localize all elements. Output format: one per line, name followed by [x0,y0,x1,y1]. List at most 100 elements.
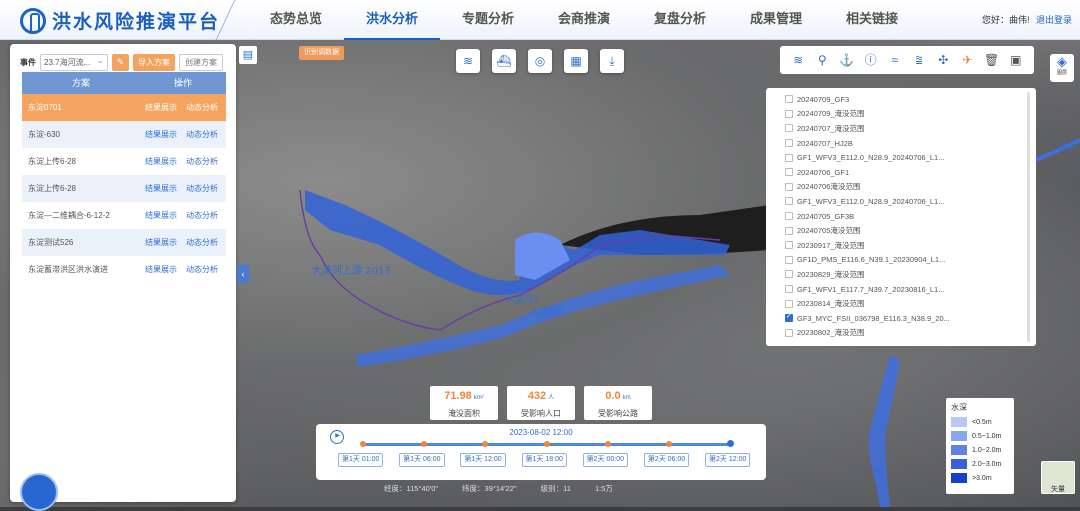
layer-checkbox[interactable] [785,241,793,250]
result-link[interactable]: 结果展示 [145,102,177,113]
edit-event-button[interactable]: ✎ [112,53,129,71]
compass-icon[interactable] [20,473,58,511]
layer-item[interactable]: 20240709_淹没范围 [766,107,1036,122]
table-row[interactable]: 东淀-630 结果展示 动态分析 [22,121,226,148]
result-link[interactable]: 结果展示 [145,156,177,167]
dynamic-link[interactable]: 动态分析 [186,183,218,194]
timeline-label[interactable]: 第1天 06:00 [399,453,445,467]
timeline-label[interactable]: 第1天 12:00 [460,453,506,467]
info-icon[interactable]: ⓘ [862,51,880,69]
event-select[interactable]: 23.7海河流... [40,53,108,71]
table-row[interactable]: 东淀—二维耦合-6-12-2 结果展示 动态分析 [22,202,226,229]
dynamic-link[interactable]: 动态分析 [186,237,218,248]
layer-checkbox[interactable] [785,153,793,162]
anchor-icon[interactable]: ⚓ [837,51,855,69]
result-link[interactable]: 结果展示 [145,210,177,221]
layer-checkbox[interactable] [785,270,793,279]
dynamic-link[interactable]: 动态分析 [186,102,218,113]
level-icon[interactable]: ⩰ [910,51,928,69]
layer-checkbox[interactable] [785,328,793,337]
drone-icon[interactable]: ✣ [934,51,952,69]
layer-item[interactable]: 20230814_淹没范围 [766,296,1036,311]
nav-links[interactable]: 相关链接 [824,0,920,40]
timeline-tick[interactable] [421,441,428,447]
layer-checkbox[interactable] [785,109,793,118]
nav-consultation[interactable]: 会商推演 [536,0,632,40]
result-link[interactable]: 结果展示 [145,183,177,194]
water-icon[interactable]: ≈ [886,51,904,69]
layer-item[interactable]: GF1_WFV3_E112.0_N28.9_20240706_L1... [766,194,1036,209]
split-view-icon[interactable]: ▤ [239,46,257,64]
layer-checkbox[interactable] [785,299,793,308]
result-link[interactable]: 结果展示 [145,129,177,140]
flood-layer-icon[interactable]: ≋ [456,49,480,73]
timeline-tick[interactable] [604,441,611,447]
dynamic-link[interactable]: 动态分析 [186,264,218,275]
layer-checkbox[interactable] [785,212,793,221]
layer-checkbox[interactable] [785,312,793,323]
table-row[interactable]: 东淀0701 结果展示 动态分析 [22,94,226,121]
layer-item[interactable]: 20230829_淹没范围 [766,267,1036,282]
layer-item[interactable]: 20240707_淹没范围 [766,121,1036,136]
result-link[interactable]: 结果展示 [145,264,177,275]
timeline-tick[interactable] [727,440,734,447]
dynamic-link[interactable]: 动态分析 [186,210,218,221]
layer-scrollbar[interactable] [1027,92,1030,342]
layer-item[interactable]: 20230802_淹没范围 [766,326,1036,341]
timeline-tick[interactable] [543,441,550,447]
layer-checkbox[interactable] [785,124,793,133]
chart-icon[interactable]: ▦ [564,49,588,73]
layer-item[interactable]: 20240705淹没范围 [766,223,1036,238]
timeline-tick[interactable] [482,441,489,447]
dynamic-link[interactable]: 动态分析 [186,156,218,167]
nav-overview[interactable]: 态势总览 [248,0,344,40]
layer-item[interactable]: GF3_MYC_FSII_036798_E116.3_N38.9_20... [766,311,1036,326]
layer-checkbox[interactable] [785,139,793,148]
layer-item[interactable]: 20230917_淹没范围 [766,238,1036,253]
vector-basemap-button[interactable]: 矢量 [1041,461,1075,494]
table-row[interactable]: 东淀上传6-28 结果展示 动态分析 [22,175,226,202]
layer-checkbox[interactable] [785,285,793,294]
import-scheme-button[interactable]: 导入方案 [133,53,175,71]
layers-button[interactable]: ◈ 图层 [1050,54,1074,82]
timeline-label[interactable]: 第1天 18:00 [521,453,567,467]
layer-checkbox[interactable] [785,95,793,104]
timeline-label[interactable]: 第2天 00:00 [582,453,629,467]
layer-item[interactable]: 20240706_GF1 [766,165,1036,180]
table-row[interactable]: 东淀上传6-28 结果展示 动态分析 [22,148,226,175]
timeline-label[interactable]: 第2天 06:00 [643,453,690,467]
timeline-tick[interactable] [360,441,366,447]
layer-item[interactable]: 20240706淹没范围 [766,180,1036,195]
layer-checkbox[interactable] [785,182,793,191]
trash-icon[interactable]: 🗑 [983,51,1001,69]
layer-item[interactable]: GF1_WFV1_E117.7_N39.7_20230816_L1... [766,282,1036,297]
download-icon[interactable]: ⤓ [600,49,624,73]
create-scheme-button[interactable]: 创建方案 [179,53,223,71]
timeline-label[interactable]: 第2天 12:00 [705,453,751,467]
ship-icon[interactable]: ⛴ [492,49,516,73]
nav-review[interactable]: 复盘分析 [632,0,728,40]
layer-checkbox[interactable] [785,226,793,235]
logout-link[interactable]: 退出登录 [1036,15,1072,25]
timeline-label[interactable]: 第1天 01:00 [338,453,384,467]
location-icon[interactable]: ⚲ [813,51,831,69]
nav-topic-analysis[interactable]: 专题分析 [440,0,536,40]
layer-item[interactable]: GF1_WFV3_E112.0_N28.9_20240706_L1... [766,150,1036,165]
sim-data-tag[interactable]: 识别调数据 [299,46,344,60]
nav-flood-analysis[interactable]: 洪水分析 [344,0,440,40]
dynamic-link[interactable]: 动态分析 [186,129,218,140]
table-row[interactable]: 东淀测试526 结果展示 动态分析 [22,229,226,256]
table-row[interactable]: 东淀蓄滞洪区洪水演进 结果展示 动态分析 [22,256,226,283]
spiral-icon[interactable]: ◎ [528,49,552,73]
save-icon[interactable]: ▣ [1007,51,1025,69]
layer-item[interactable]: GF1D_PMS_E116.6_N39.1_20230904_L1... [766,253,1036,268]
layer-checkbox[interactable] [785,168,793,177]
timeline-tick[interactable] [665,441,672,447]
nav-results[interactable]: 成果管理 [728,0,824,40]
layer-item[interactable]: 20240705_GF3B [766,209,1036,224]
layer-item[interactable]: 20240707_HJ2B [766,136,1036,151]
layer-checkbox[interactable] [785,197,793,206]
collapse-panel-button[interactable]: ‹ [237,265,249,283]
satellite-icon[interactable]: ✈ [958,51,976,69]
layer-item[interactable]: 20240709_GF3 [766,92,1036,107]
